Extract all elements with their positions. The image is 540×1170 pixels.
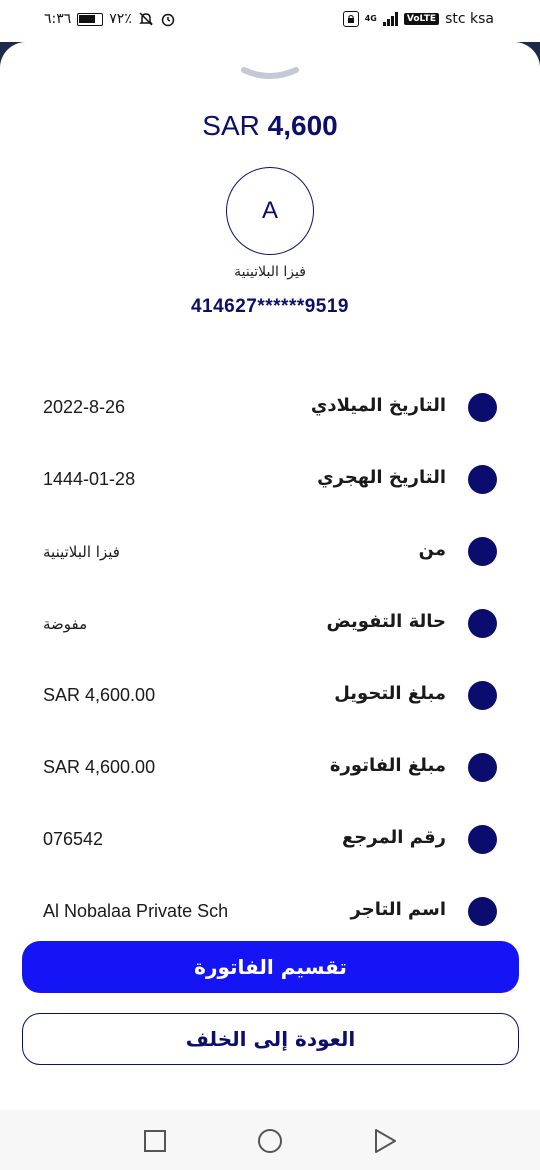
- network-type: 4G: [364, 14, 377, 23]
- transaction-amount: SAR 4,600: [0, 110, 540, 142]
- detail-row-reference-number: رقم المرجع 076542: [0, 819, 540, 859]
- chevron-down-icon[interactable]: [240, 64, 300, 84]
- detail-row-from: من فيزا البلاتينية: [0, 531, 540, 571]
- volte-badge: VoLTE: [403, 13, 440, 25]
- detail-label: التاريخ الميلادي: [310, 395, 446, 416]
- detail-value: SAR 4,600.00: [43, 685, 156, 705]
- card-number: 414627******9519: [190, 296, 350, 317]
- bullet-dot-icon: [468, 537, 497, 566]
- detail-value: مفوضة: [43, 615, 88, 633]
- bullet-dot-icon: [468, 393, 497, 422]
- detail-value: 076542: [43, 829, 104, 849]
- detail-label: حالة التفويض: [326, 611, 446, 632]
- detail-value: 1444-01-28: [43, 469, 136, 489]
- bullet-dot-icon: [468, 753, 497, 782]
- detail-row-hijri-date: التاريخ الهجري 1444-01-28: [0, 459, 540, 499]
- amount-currency: SAR: [202, 110, 260, 141]
- amount-value: 4,600: [267, 110, 338, 141]
- signal-icon: [382, 12, 398, 26]
- detail-label: اسم التاجر: [350, 899, 446, 920]
- detail-row-transfer-amount: مبلغ التحويل SAR 4,600.00: [0, 675, 540, 715]
- detail-label: مبلغ التحويل: [334, 683, 446, 704]
- avatar: A: [226, 167, 314, 255]
- detail-value: SAR 4,600.00: [43, 757, 156, 777]
- bullet-dot-icon: [468, 825, 497, 854]
- carrier-name: stc ksa: [445, 11, 494, 27]
- battery-icon: [77, 12, 104, 26]
- go-back-button[interactable]: العودة إلى الخلف: [22, 1013, 519, 1065]
- split-bill-button[interactable]: تقسيم الفاتورة: [22, 941, 519, 993]
- bullet-dot-icon: [468, 609, 497, 638]
- detail-label: التاريخ الهجري: [317, 467, 446, 488]
- circle-icon[interactable]: [257, 1128, 283, 1154]
- detail-row-gregorian-date: التاريخ الميلادي 2022-8-26: [0, 387, 540, 427]
- detail-value: Al Nobalaa Private Sch: [43, 901, 229, 921]
- detail-label: من: [418, 539, 446, 560]
- triangle-icon[interactable]: [372, 1128, 398, 1154]
- detail-value: 2022-8-26: [43, 397, 126, 417]
- card-name: فيزا البلاتينية: [234, 264, 306, 280]
- avatar-letter: A: [261, 197, 278, 224]
- detail-row-authorization-status: حالة التفويض مفوضة: [0, 603, 540, 643]
- detail-label: رقم المرجع: [342, 827, 446, 848]
- detail-row-merchant-name: اسم التاجر Al Nobalaa Private Sch: [0, 891, 540, 931]
- bullet-dot-icon: [468, 897, 497, 926]
- status-bar: ٦:٣٦ ٧٢٪ 4G VoLTE stc ksa: [0, 0, 540, 42]
- mute-icon: [139, 12, 153, 26]
- battery-percent: ٧٢٪: [109, 11, 132, 27]
- bullet-dot-icon: [468, 681, 497, 710]
- status-left: ٦:٣٦ ٧٢٪: [44, 11, 176, 27]
- status-time: ٦:٣٦: [44, 11, 72, 27]
- status-right: 4G VoLTE stc ksa: [342, 11, 494, 27]
- detail-label: مبلغ الفاتورة: [329, 755, 446, 776]
- square-icon[interactable]: [142, 1128, 168, 1154]
- system-nav-bar: [0, 1110, 540, 1170]
- detail-row-bill-amount: مبلغ الفاتورة SAR 4,600.00: [0, 747, 540, 787]
- bullet-dot-icon: [468, 465, 497, 494]
- alarm-icon: [161, 13, 175, 27]
- detail-value: فيزا البلاتينية: [43, 543, 120, 561]
- lock-icon: [342, 11, 359, 27]
